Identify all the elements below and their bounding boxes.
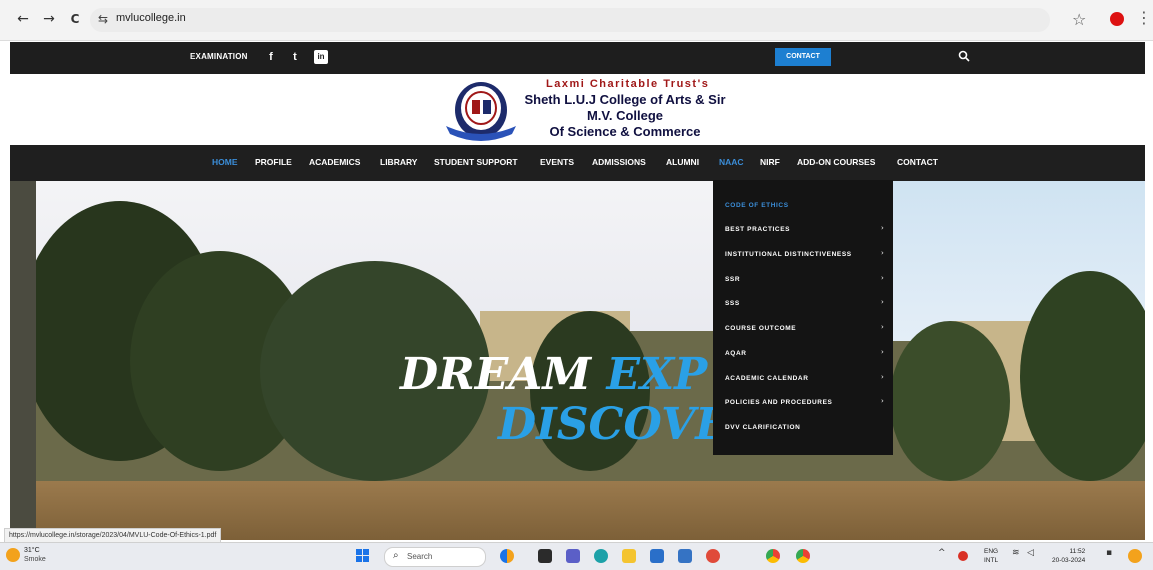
dropdown-item-code-of-ethics[interactable]: CODE OF ETHICS bbox=[725, 202, 789, 209]
link-status-url: https://mvlucollege.in/storage/2023/04/M… bbox=[4, 528, 222, 543]
wifi-icon[interactable]: ≋ bbox=[1012, 548, 1020, 558]
windows-start-icon[interactable] bbox=[356, 549, 370, 563]
nav-add-on-courses[interactable]: ADD-ON COURSES bbox=[797, 157, 875, 167]
nav-alumni[interactable]: ALUMNI bbox=[666, 157, 699, 167]
hero-word-explore: EXP bbox=[606, 349, 708, 400]
chevron-right-icon: › bbox=[881, 298, 884, 306]
store-app-icon[interactable] bbox=[650, 549, 664, 563]
dropdown-item-sss[interactable]: SSS bbox=[725, 300, 740, 307]
file-explorer-icon[interactable] bbox=[622, 549, 636, 563]
office-app-icon[interactable] bbox=[706, 549, 720, 563]
chevron-right-icon: › bbox=[881, 323, 884, 331]
volume-icon[interactable]: ◁ bbox=[1027, 548, 1034, 558]
nav-events[interactable]: EVENTS bbox=[540, 157, 574, 167]
utility-bar: EXAMINATION f t in CONTACT bbox=[10, 42, 1145, 74]
facebook-icon[interactable]: f bbox=[264, 50, 278, 64]
college-name-line2: M.V. College bbox=[586, 108, 664, 123]
chevron-up-icon[interactable]: ^ bbox=[938, 548, 946, 558]
weather-icon[interactable] bbox=[6, 548, 20, 562]
keyboard-layout: INTL bbox=[984, 557, 999, 564]
browser-menu-icon[interactable]: ⋮ bbox=[1136, 8, 1152, 27]
chevron-right-icon: › bbox=[881, 397, 884, 405]
college-name-line3: Of Science & Commerce bbox=[549, 124, 701, 139]
widgets-app-icon[interactable] bbox=[500, 549, 514, 563]
nav-nirf[interactable]: NIRF bbox=[760, 157, 780, 167]
nav-home[interactable]: HOME bbox=[212, 157, 238, 167]
dropdown-item-course-outcome[interactable]: COURSE OUTCOME bbox=[725, 325, 796, 332]
college-logo[interactable] bbox=[440, 80, 522, 142]
dropdown-item-aqar[interactable]: AQAR bbox=[725, 350, 747, 357]
hero-word-dream: DREAM bbox=[400, 349, 592, 400]
college-name[interactable]: Sheth L.U.J College of Arts & Sir M.V. C… bbox=[515, 92, 735, 140]
dropdown-item-policies-and-procedures[interactable]: POLICIES AND PROCEDURES bbox=[725, 399, 832, 406]
taskbar-search[interactable]: ⌕ Search bbox=[384, 547, 486, 567]
hero-word-discover: DISCOVEI bbox=[498, 399, 750, 450]
nav-profile[interactable]: PROFILE bbox=[255, 157, 292, 167]
nav-student-support[interactable]: STUDENT SUPPORT bbox=[434, 157, 518, 167]
hero-headline: DREAM EXP bbox=[400, 349, 707, 400]
chevron-right-icon: › bbox=[881, 224, 884, 232]
chevron-right-icon: › bbox=[881, 249, 884, 257]
chrome-profile-icon[interactable] bbox=[796, 549, 810, 563]
dropdown-item-dvv-clarification[interactable]: DVV CLARIFICATION bbox=[725, 424, 800, 431]
college-name-line1: Sheth L.U.J College of Arts & Sir bbox=[524, 92, 726, 107]
tree bbox=[890, 321, 1010, 481]
browser-toolbar: ← → C ⇆ mvlucollege.in ☆ ⋮ bbox=[0, 0, 1153, 41]
edge-browser-icon[interactable] bbox=[594, 549, 608, 563]
nav-academics[interactable]: ACADEMICS bbox=[309, 157, 360, 167]
notification-icon[interactable]: ▪ bbox=[1106, 548, 1112, 558]
task-view-icon[interactable] bbox=[538, 549, 552, 563]
chevron-right-icon: › bbox=[881, 373, 884, 381]
language-code: ENG bbox=[984, 548, 999, 555]
system-clock[interactable]: 11:52 20-03-2024 bbox=[1052, 547, 1085, 565]
nav-library[interactable]: LIBRARY bbox=[380, 157, 417, 167]
outlook-app-icon[interactable] bbox=[678, 549, 692, 563]
clock-date: 20-03-2024 bbox=[1052, 557, 1086, 564]
chrome-browser-icon[interactable] bbox=[766, 549, 780, 563]
contact-button[interactable]: CONTACT bbox=[775, 48, 831, 66]
clock-time: 11:52 bbox=[1069, 548, 1086, 555]
dropdown-item-best-practices[interactable]: BEST PRACTICES bbox=[725, 226, 790, 233]
weather-temperature[interactable]: 31°C bbox=[24, 547, 40, 554]
profile-avatar[interactable] bbox=[1110, 12, 1124, 26]
reload-icon[interactable]: C bbox=[66, 10, 84, 28]
search-icon: ⌕ bbox=[393, 550, 399, 561]
teams-app-icon[interactable] bbox=[566, 549, 580, 563]
twitter-icon[interactable]: t bbox=[288, 50, 302, 64]
hero-banner: DREAM EXP DISCOVEI bbox=[10, 181, 1145, 540]
chevron-right-icon: › bbox=[881, 348, 884, 356]
forward-icon[interactable]: → bbox=[40, 10, 58, 28]
hero-edge bbox=[10, 181, 36, 540]
copilot-icon[interactable] bbox=[1128, 549, 1142, 563]
search-icon[interactable] bbox=[958, 50, 970, 62]
dropdown-item-institutional-distinctiveness[interactable]: INSTITUTIONAL DISTINCTIVENESS bbox=[725, 251, 852, 258]
windows-taskbar: 31°C Smoke ⌕ Search ^ ENG INTL ≋ ◁ 11:52… bbox=[0, 542, 1153, 570]
tree bbox=[1020, 271, 1145, 481]
back-icon[interactable]: ← bbox=[14, 10, 32, 28]
site-header: Laxmi Charitable Trust's Sheth L.U.J Col… bbox=[10, 74, 1145, 144]
examination-link[interactable]: EXAMINATION bbox=[190, 52, 248, 61]
site-info-icon[interactable]: ⇆ bbox=[98, 12, 108, 26]
nav-admissions[interactable]: ADMISSIONS bbox=[592, 157, 646, 167]
dropdown-item-academic-calendar[interactable]: ACADEMIC CALENDAR bbox=[725, 375, 809, 382]
nav-naac[interactable]: NAAC bbox=[719, 157, 744, 167]
taskbar-search-placeholder: Search bbox=[407, 552, 433, 561]
language-indicator[interactable]: ENG INTL bbox=[984, 547, 998, 565]
main-navigation: HOME PROFILE ACADEMICS LIBRARY STUDENT S… bbox=[10, 145, 1145, 181]
naac-dropdown-menu: CODE OF ETHICS BEST PRACTICES › INSTITUT… bbox=[713, 180, 893, 455]
tray-app-icon[interactable] bbox=[958, 551, 968, 561]
address-bar[interactable]: ⇆ mvlucollege.in bbox=[90, 8, 1050, 32]
chevron-right-icon: › bbox=[881, 274, 884, 282]
linkedin-icon[interactable]: in bbox=[314, 50, 328, 64]
nav-contact[interactable]: CONTACT bbox=[897, 157, 938, 167]
weather-description: Smoke bbox=[24, 556, 46, 563]
bookmark-star-icon[interactable]: ☆ bbox=[1072, 10, 1086, 29]
dropdown-item-ssr[interactable]: SSR bbox=[725, 276, 740, 283]
address-text[interactable]: mvlucollege.in bbox=[116, 12, 186, 24]
trust-name: Laxmi Charitable Trust's bbox=[546, 78, 710, 90]
